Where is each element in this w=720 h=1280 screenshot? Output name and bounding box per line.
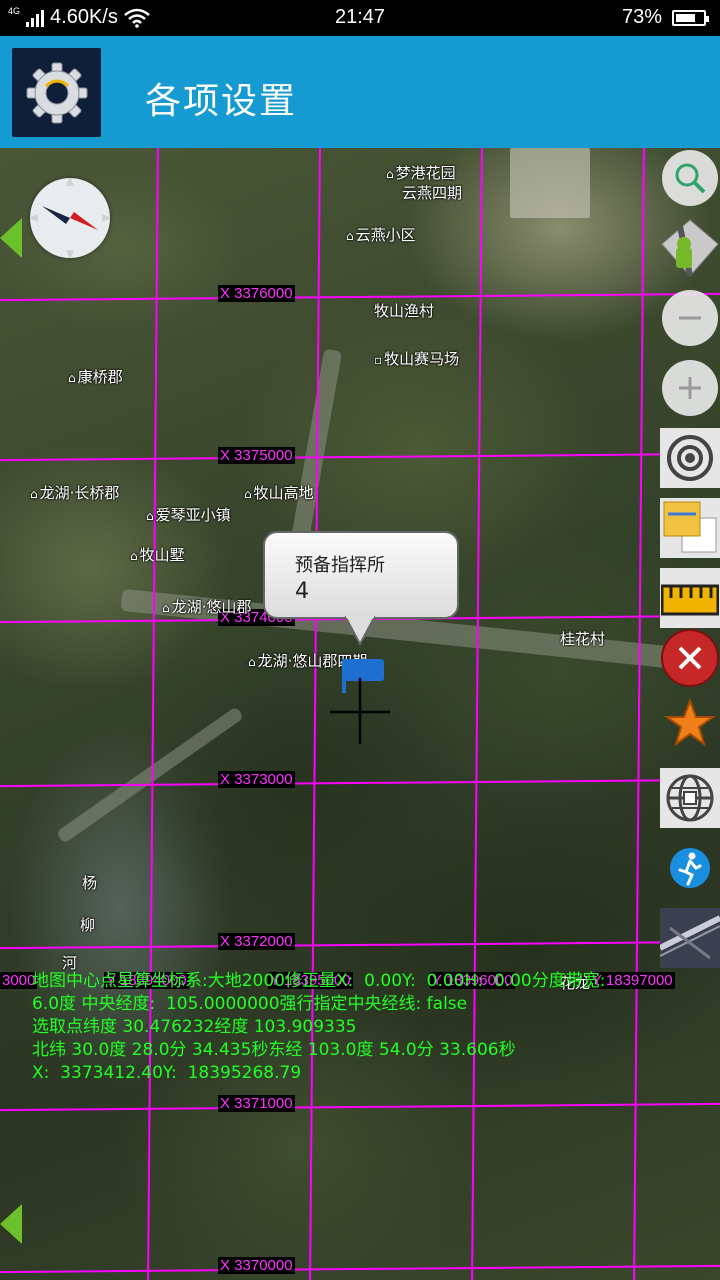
walk-mode-button[interactable] [668, 846, 712, 890]
status-bar: 4G 4.60K/s 21:47 73% [0, 0, 720, 36]
grid-label: X 3372000 [218, 933, 295, 950]
callout-value: 4 [295, 579, 309, 604]
battery-icon [672, 9, 709, 26]
info-line: 地图中心点星算坐标系:大地2000修正量X: 0.00Y: 0.00H: 0.0… [32, 971, 606, 991]
satellite-image-icon [660, 908, 720, 968]
poi-label[interactable]: ⌂ 梦港花园 [386, 162, 456, 183]
locate-button[interactable] [660, 428, 720, 488]
grid-line [471, 148, 483, 1280]
grid-line [633, 148, 645, 1280]
ruler-button[interactable] [660, 568, 720, 628]
page-title: 各项设置 [145, 81, 298, 122]
coordinate-grid-button[interactable] [660, 768, 720, 828]
favorite-button[interactable] [662, 696, 718, 752]
clock: 21:47 [334, 6, 386, 28]
grid-line [0, 778, 720, 788]
zoom-in-icon [679, 377, 701, 399]
search-button[interactable] [662, 150, 718, 206]
grid-line [147, 148, 159, 1280]
close-icon [661, 629, 719, 687]
map-view[interactable]: X 3376000 X 3375000 X 3374000 X 3373000 … [0, 148, 720, 1280]
grid-line [0, 1264, 720, 1274]
route-button[interactable] [660, 216, 720, 280]
poi-label[interactable]: ⌂ 牧山高地 [244, 482, 314, 503]
info-line: X: 3373412.40Y: 18395268.79 [32, 1063, 302, 1083]
poi-label[interactable]: ⌂ 牧山墅 [130, 544, 185, 565]
battery-percent: 73% [621, 6, 662, 28]
poi-label[interactable]: ⌂ 龙湖·长桥郡 [30, 482, 119, 503]
grid-line [0, 940, 720, 950]
poi-label[interactable]: ⌂ 云燕小区 [346, 224, 416, 245]
satellite-layer-button[interactable] [660, 908, 720, 968]
poi-label[interactable]: 桂花村 [560, 628, 605, 649]
grid-label: X 3376000 [218, 285, 295, 302]
layers-button[interactable] [660, 498, 720, 558]
zoom-out-icon [679, 316, 701, 320]
walk-icon [670, 848, 710, 888]
grid-line [309, 148, 321, 1280]
crosshair-icon [330, 678, 390, 744]
grid-line [0, 1102, 720, 1112]
zoom-out-button[interactable] [662, 290, 718, 346]
grid-line [0, 292, 720, 302]
globe-grid-icon [666, 774, 714, 822]
pan-left-arrow-icon[interactable] [0, 1202, 26, 1246]
favorite-star-icon [664, 698, 716, 747]
grid-label: X 3373000 [218, 771, 295, 788]
poi-label[interactable]: ⌂ 龙湖·悠山郡 [162, 596, 251, 617]
marker-callout[interactable]: 预备指挥所 4 [263, 531, 459, 619]
callout-tail [345, 616, 375, 646]
poi-label[interactable]: 云燕四期 [402, 182, 462, 203]
ruler-icon [661, 584, 719, 616]
coordinate-info: 地图中心点星算坐标系:大地2000修正量X: 0.00Y: 0.00H: 0.0… [32, 970, 605, 1085]
road [55, 706, 245, 844]
callout-title: 预备指挥所 [295, 555, 385, 576]
grid-label: X 3375000 [218, 447, 295, 464]
info-line: 选取点纬度 30.476232经度 103.909335 [32, 1017, 357, 1037]
layers-icon [663, 501, 717, 553]
poi-label[interactable]: 杨 [82, 872, 97, 893]
app-bar: 各项设置 [0, 36, 720, 148]
poi-label[interactable]: ⌂ 康桥郡 [68, 366, 123, 387]
route-icon [661, 219, 719, 277]
poi-label[interactable]: ⌂ 爱琴亚小镇 [146, 504, 231, 525]
poi-label[interactable]: 柳 [80, 914, 95, 935]
clear-button[interactable] [660, 628, 720, 688]
grid-label: X 3370000 [218, 1257, 295, 1274]
zoom-in-button[interactable] [662, 360, 718, 416]
poi-label[interactable]: 牧山渔村 [374, 300, 434, 321]
compass-icon[interactable] [28, 176, 112, 260]
search-icon [675, 163, 706, 194]
grid-label: X 3371000 [218, 1095, 295, 1112]
grid-line [0, 452, 720, 462]
road [510, 148, 590, 218]
pan-left-arrow-icon[interactable] [0, 216, 26, 260]
info-line: 北纬 30.0度 28.0分 34.435秒东经 103.0度 54.0分 33… [32, 1040, 516, 1060]
info-line: 6.0度 中央经度: 105.0000000强行指定中央经线: false [32, 994, 468, 1014]
poi-label[interactable]: ▫ 牧山赛马场 [374, 348, 459, 369]
gear-icon[interactable] [12, 48, 101, 137]
locate-icon [667, 435, 713, 481]
